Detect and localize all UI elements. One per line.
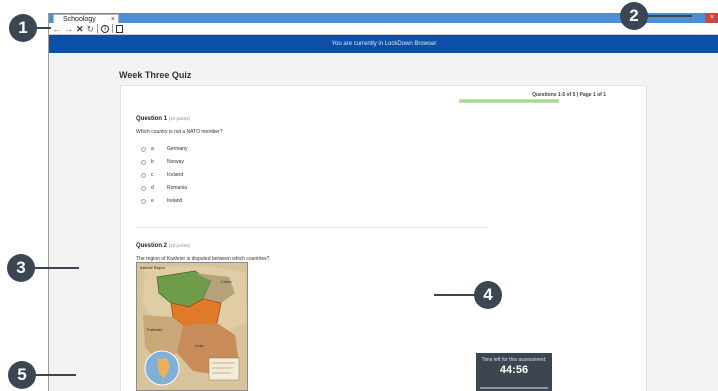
callout-4: 4 (474, 281, 502, 309)
toolbar-divider (97, 24, 99, 33)
radio-button[interactable] (141, 185, 146, 191)
callout-3-leader (33, 267, 79, 269)
page-content: Week Three Quiz Questions 1-5 of 5 | Pag… (49, 53, 718, 391)
map-graphic: Kashmir Region China Pakistan India (137, 263, 247, 390)
choice-a[interactable]: a Germany (141, 146, 188, 152)
progress-fill (460, 100, 558, 102)
kashmir-map: Kashmir Region China Pakistan India (136, 262, 248, 391)
screenshot: Schoology × × ← → ✕ ↻ i You are currentl… (0, 0, 718, 391)
choice-letter: d (151, 185, 154, 191)
choice-e[interactable]: e Ireland (141, 198, 182, 204)
radio-button[interactable] (141, 159, 146, 165)
choice-label: Germany (167, 146, 188, 152)
callout-4-leader (434, 294, 478, 296)
choice-label: Norway (167, 159, 184, 165)
map-label-china: China (221, 279, 232, 284)
progress-label: Questions 1-5 of 5 | Page 1 of 1 (532, 92, 606, 98)
callout-2: 2 (620, 2, 648, 30)
choice-label: Iceland (167, 172, 184, 178)
info-icon[interactable]: i (101, 24, 110, 33)
timer-bar (480, 387, 548, 389)
timer-label: Time left for this assessment: (481, 357, 547, 363)
tab-strip: Schoology × × (49, 13, 718, 25)
document-icon[interactable] (116, 24, 124, 33)
page-title: Week Three Quiz (119, 70, 192, 80)
map-title: Kashmir Region (140, 266, 165, 270)
callout-1: 1 (9, 14, 37, 42)
choice-label: Ireland (167, 198, 183, 204)
timer-value: 44:56 (499, 364, 529, 376)
radio-button[interactable] (141, 198, 146, 204)
question-1-text: Which country is not a NATO member? (136, 129, 223, 135)
choice-letter: e (151, 198, 154, 204)
question-1-title: Question 1 (10 points) (136, 116, 190, 122)
callout-3: 3 (7, 254, 35, 282)
choice-label: Romania (167, 185, 188, 191)
progress-bar (459, 99, 559, 103)
tab-title: Schoology (63, 16, 96, 23)
reload-icon[interactable]: ↻ (87, 24, 95, 34)
back-icon[interactable]: ← (52, 24, 61, 34)
choice-b[interactable]: b Norway (141, 159, 184, 165)
window-close-button[interactable]: × (705, 13, 718, 23)
stop-icon[interactable]: ✕ (76, 24, 84, 34)
radio-button[interactable] (141, 172, 146, 178)
question-2-title: Question 2 (10 points) (136, 243, 190, 249)
question-divider (136, 227, 488, 228)
maximize-button[interactable] (693, 13, 705, 23)
toolbar-divider (112, 24, 114, 33)
choice-c[interactable]: c Iceland (141, 172, 183, 178)
choice-letter: a (151, 146, 154, 152)
question-2-points: (10 points) (168, 243, 190, 248)
map-label-pakistan: Pakistan (147, 327, 162, 332)
assessment-timer: Time left for this assessment: 44:56 (476, 353, 552, 391)
callout-1-leader (35, 27, 51, 29)
choice-letter: b (151, 159, 154, 165)
forward-icon[interactable]: → (64, 24, 73, 34)
radio-button[interactable] (141, 146, 146, 152)
question-2-label: Question 2 (136, 243, 168, 249)
callout-2-leader (646, 15, 692, 17)
question-1-label: Question 1 (136, 116, 168, 122)
callout-5-leader (34, 374, 76, 376)
map-label-india: India (195, 343, 204, 348)
callout-5: 5 (8, 361, 36, 389)
browser-toolbar: ← → ✕ ↻ i (49, 23, 718, 35)
choice-letter: c (151, 172, 154, 178)
lockdown-banner: You are currently in LockDown Browser (49, 35, 718, 53)
browser-window: Schoology × × ← → ✕ ↻ i You are currentl… (48, 13, 718, 391)
question-1-points: (10 points) (168, 116, 190, 121)
choice-d[interactable]: d Romania (141, 185, 187, 191)
